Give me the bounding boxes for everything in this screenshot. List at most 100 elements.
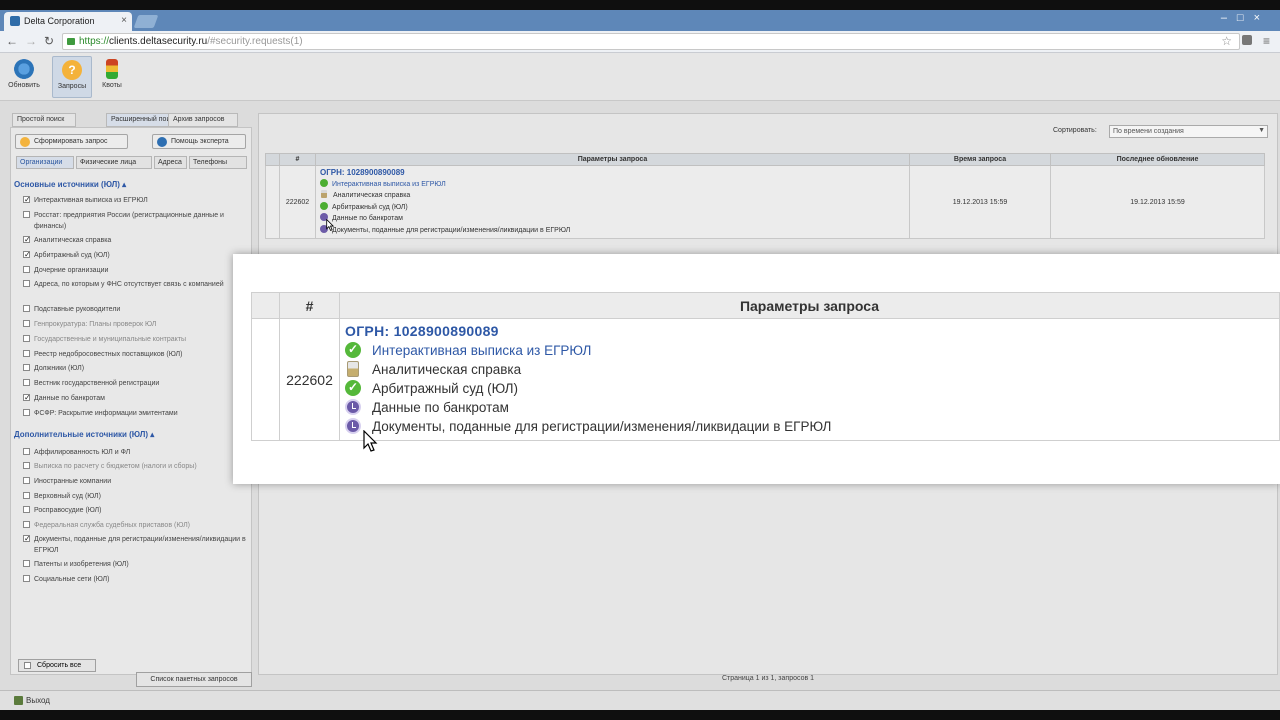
- checkbox[interactable]: [23, 320, 30, 327]
- row-params: ОГРН: 1028900890089 Интерактивная выписк…: [315, 165, 910, 239]
- checkbox[interactable]: [23, 305, 30, 312]
- source-prosecutor[interactable]: Генпрокуратура: Планы проверок ЮЛ: [23, 319, 247, 330]
- checkbox[interactable]: [23, 379, 30, 386]
- checkbox[interactable]: [23, 575, 30, 582]
- source-budget[interactable]: Выписка по расчету с бюджетом (налоги и …: [23, 461, 247, 472]
- quotas-button[interactable]: Квоты: [92, 56, 132, 98]
- extra-sources-title[interactable]: Дополнительные источники (ЮЛ) ▴: [14, 430, 154, 439]
- checkbox[interactable]: [23, 533, 31, 544]
- checkbox[interactable]: [23, 364, 30, 371]
- column-header: [265, 153, 280, 166]
- bookmark-star-icon[interactable]: ☆: [1221, 34, 1232, 48]
- checkbox[interactable]: [23, 194, 31, 205]
- expert-help-label: Помощь эксперта: [171, 138, 229, 145]
- requests-button[interactable]: ? Запросы: [52, 56, 92, 98]
- param-item: Аналитическая справка: [320, 190, 905, 202]
- checkbox[interactable]: [23, 492, 30, 499]
- source-contracts[interactable]: Государственные и муниципальные контракт…: [23, 334, 247, 345]
- checkbox[interactable]: [23, 335, 30, 342]
- source-rosstat[interactable]: Росстат: предприятия России (регистрацио…: [23, 210, 247, 232]
- tab-simple-search[interactable]: Простой поиск: [12, 113, 76, 127]
- traffic-light-icon: [106, 59, 118, 79]
- refresh-button[interactable]: Обновить: [4, 56, 44, 98]
- source-affiliation[interactable]: Аффилированность ЮЛ и ФЛ: [23, 447, 247, 458]
- new-tab-button[interactable]: [133, 15, 159, 28]
- ogrn-link[interactable]: ОГРН: 1028900890089: [320, 168, 905, 179]
- checkbox[interactable]: [23, 477, 30, 484]
- source-fsfr[interactable]: ФСФР: Раскрытие информации эмитентами: [23, 408, 247, 419]
- back-arrow-icon[interactable]: ←: [6, 34, 18, 48]
- source-egrul[interactable]: Интерактивная выписка из ЕГРЮЛ: [23, 194, 247, 206]
- source-debtors[interactable]: Должники (ЮЛ): [23, 363, 247, 374]
- checkbox[interactable]: [23, 560, 30, 567]
- param-item: Документы, поданные для регистрации/изме…: [320, 224, 905, 237]
- quotas-label: Квоты: [102, 82, 122, 89]
- sort-select[interactable]: По времени создания ▼: [1109, 125, 1268, 138]
- column-header-params[interactable]: Параметры запроса: [315, 153, 910, 166]
- reset-all-button[interactable]: Сбросить все: [18, 659, 96, 672]
- source-social[interactable]: Социальные сети (ЮЛ): [23, 574, 247, 585]
- param-item[interactable]: Интерактивная выписка из ЕГРЮЛ: [345, 340, 1279, 360]
- param-item[interactable]: Интерактивная выписка из ЕГРЮЛ: [320, 178, 905, 191]
- browser-tab[interactable]: Delta Corporation ×: [4, 12, 132, 31]
- source-fns-addresses[interactable]: Адреса, по которым у ФНС отсутствует свя…: [23, 279, 247, 290]
- tab-individuals[interactable]: Физические лица: [76, 156, 152, 169]
- main-sources-title[interactable]: Основные источники (ЮЛ) ▴: [14, 180, 126, 189]
- checkbox[interactable]: [23, 350, 30, 357]
- status-bar: Выход: [0, 690, 1280, 710]
- source-arbitration[interactable]: Арбитражный суд (ЮЛ): [23, 249, 247, 261]
- checkbox[interactable]: [23, 409, 30, 416]
- source-bad-suppliers[interactable]: Реестр недобросовестных поставщиков (ЮЛ): [23, 349, 247, 360]
- hourglass-icon: [321, 190, 327, 198]
- source-subsidiaries[interactable]: Дочерние организации: [23, 265, 247, 276]
- help-icon: [157, 137, 167, 147]
- check-circle-icon: [345, 340, 361, 359]
- column-header-id: #: [279, 292, 340, 319]
- column-header-time[interactable]: Время запроса: [909, 153, 1051, 166]
- source-nominee-heads[interactable]: Подставные руководители: [23, 304, 247, 315]
- column-header-updated[interactable]: Последнее обновление: [1050, 153, 1265, 166]
- checkbox[interactable]: [23, 448, 30, 455]
- tab-close-icon[interactable]: ×: [121, 15, 127, 26]
- browser-menu-icon[interactable]: ≡: [1263, 34, 1270, 48]
- zoomed-table-row[interactable]: 222602 ОГРН: 1028900890089 Интерактивная…: [251, 318, 1280, 441]
- tab-addresses[interactable]: Адреса: [154, 156, 187, 169]
- checkbox[interactable]: [23, 249, 31, 260]
- form-request-button[interactable]: Сформировать запрос: [15, 134, 128, 149]
- ogrn-link[interactable]: ОГРН: 1028900890089: [345, 322, 1279, 341]
- tab-request-archive[interactable]: Архив запросов: [168, 113, 238, 127]
- column-header-params[interactable]: Параметры запроса: [339, 292, 1280, 319]
- checkbox[interactable]: [23, 462, 30, 469]
- source-patents[interactable]: Патенты и изобретения (ЮЛ): [23, 559, 247, 570]
- reload-icon[interactable]: ↻: [44, 34, 54, 48]
- tab-phones[interactable]: Телефоны: [189, 156, 247, 169]
- expert-help-button[interactable]: Помощь эксперта: [152, 134, 246, 149]
- logout-button[interactable]: Выход: [14, 696, 50, 705]
- source-documents[interactable]: Документы, поданные для регистрации/изме…: [23, 533, 247, 556]
- question-icon: ?: [62, 60, 82, 80]
- forward-arrow-icon[interactable]: →: [25, 34, 37, 48]
- source-analytics[interactable]: Аналитическая справка: [23, 234, 247, 246]
- source-bailiffs[interactable]: Федеральная служба судебных приставов (Ю…: [23, 520, 247, 531]
- checkbox[interactable]: [23, 211, 30, 218]
- checkbox[interactable]: [23, 266, 30, 273]
- checkbox[interactable]: [23, 280, 30, 287]
- source-foreign[interactable]: Иностранные компании: [23, 476, 247, 487]
- source-rospravosudie[interactable]: Росправосудие (ЮЛ): [23, 505, 247, 516]
- checkbox[interactable]: [23, 506, 30, 513]
- source-supreme-court[interactable]: Верховный суд (ЮЛ): [23, 491, 247, 502]
- checkbox[interactable]: [23, 521, 30, 528]
- tab-organizations[interactable]: Организации: [16, 156, 74, 169]
- clock-icon: [345, 418, 361, 434]
- table-row[interactable]: 222602 ОГРН: 1028900890089 Интерактивная…: [265, 165, 1265, 239]
- checkbox[interactable]: [23, 392, 31, 403]
- window-controls[interactable]: –□×: [1221, 12, 1270, 24]
- table-header-row: # Параметры запроса Время запроса Послед…: [265, 153, 1265, 166]
- checkbox[interactable]: [23, 234, 31, 245]
- address-bar[interactable]: https://clients.deltasecurity.ru/#securi…: [62, 33, 1240, 50]
- extension-icon[interactable]: [1242, 35, 1252, 45]
- source-bankrupts[interactable]: Данные по банкротам: [23, 392, 247, 404]
- screen: Delta Corporation × –□× ← → ↻ https://cl…: [0, 10, 1280, 710]
- source-registration-bulletin[interactable]: Вестник государственной регистрации: [23, 378, 247, 389]
- batch-requests-button[interactable]: Список пакетных запросов: [136, 672, 252, 687]
